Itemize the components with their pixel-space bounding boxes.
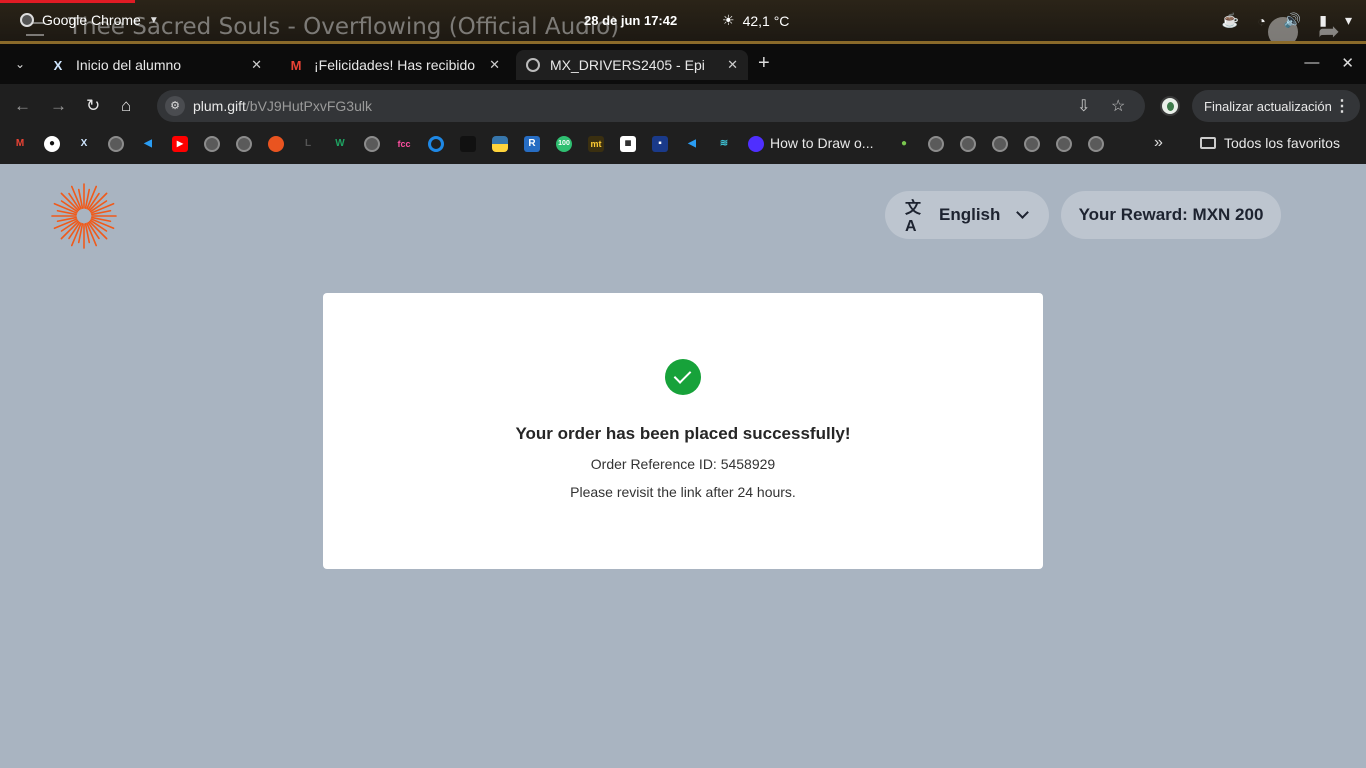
progress-line: [0, 0, 135, 3]
site-info-icon[interactable]: ⚙: [165, 96, 185, 116]
reward-badge[interactable]: Your Reward: MXN 200: [1061, 191, 1281, 239]
globe-bookmark-icon[interactable]: [1088, 136, 1104, 152]
coffee-icon[interactable]: ☕: [1222, 12, 1239, 29]
ubuntu-bookmark-icon[interactable]: [268, 136, 284, 152]
app-name: Google Chrome: [42, 12, 141, 28]
profile-avatar[interactable]: [1160, 96, 1180, 116]
id-bookmark-icon[interactable]: ▪: [652, 136, 668, 152]
tab-strip: ⌄ X Inicio del alumno ✕ M ¡Felicidades! …: [0, 44, 1366, 84]
close-icon[interactable]: ✕: [727, 57, 738, 73]
dark-bookmark-icon[interactable]: [460, 136, 476, 152]
w-bookmark-icon[interactable]: W: [332, 136, 348, 152]
order-reference: Order Reference ID: 5458929: [590, 456, 776, 472]
globe-bookmark-icon[interactable]: [960, 136, 976, 152]
minimize-icon[interactable]: —: [1304, 54, 1319, 72]
globe-icon: [526, 58, 540, 72]
install-app-icon[interactable]: ⇩: [1077, 96, 1090, 116]
success-title: Your order has been placed successfully!: [515, 424, 851, 443]
url-text[interactable]: plum.gift/bVJ9HutPxvFG3ulk: [193, 98, 372, 114]
globe-bookmark-icon[interactable]: [992, 136, 1008, 152]
window-controls: — ✕: [1304, 54, 1354, 72]
100-bookmark-icon[interactable]: 100: [556, 136, 572, 152]
chevron-down-icon: [1016, 206, 1030, 219]
language-label: English: [939, 205, 1001, 224]
bookmarks-bar: M ● X ◀ ▶ L W fcc R 100 mt ▦ ▪ ◀ ≋ How t…: [0, 128, 1366, 164]
close-window-icon[interactable]: ✕: [1341, 54, 1354, 72]
temperature: 42,1 °C: [742, 12, 790, 29]
wifi-icon[interactable]: ◔: [1257, 13, 1265, 29]
sun-icon: ☀: [722, 12, 735, 28]
globe-bookmark-icon[interactable]: [204, 136, 220, 152]
x-icon: X: [53, 57, 63, 73]
reload-button[interactable]: ↻: [86, 96, 100, 116]
home-button[interactable]: ⌂: [121, 96, 131, 116]
android-bookmark-icon[interactable]: ●: [896, 136, 912, 152]
r-bookmark-icon[interactable]: R: [524, 136, 540, 152]
url-path: /bVJ9HutPxvFG3ulk: [245, 98, 372, 114]
wave-bookmark-icon[interactable]: ≋: [716, 136, 732, 152]
github-bookmark-icon[interactable]: ●: [44, 136, 60, 152]
page-content: 文A English Your Reward: MXN 200 Your ord…: [0, 164, 1366, 768]
tab-felicidades[interactable]: M ¡Felicidades! Has recibido ✕: [278, 50, 510, 80]
update-label: Finalizar actualización: [1204, 98, 1332, 114]
close-icon[interactable]: ✕: [489, 57, 500, 73]
globe-bookmark-icon[interactable]: [364, 136, 380, 152]
youtube-bookmark-icon[interactable]: ▶: [172, 136, 188, 152]
new-tab-button[interactable]: +: [758, 53, 770, 73]
tab-label: Inicio del alumno: [76, 57, 182, 73]
app-menu[interactable]: Google Chrome ▼: [20, 12, 159, 28]
globe-bookmark-icon[interactable]: [236, 136, 252, 152]
bookmark-how-to-draw[interactable]: How to Draw o...: [770, 135, 873, 151]
folder-icon: [1200, 137, 1216, 149]
all-bookmarks-folder[interactable]: Todos los favoritos: [1200, 135, 1340, 151]
mt-bookmark-icon[interactable]: mt: [588, 136, 604, 152]
tab-label: MX_DRIVERS2405 - Epi: [550, 57, 705, 73]
digitalocean-bookmark-icon[interactable]: [428, 136, 444, 152]
plum-logo-icon: [51, 183, 117, 249]
tab-inicio-alumno[interactable]: X Inicio del alumno ✕: [40, 50, 272, 80]
clock[interactable]: 28 de jun 17:42: [584, 13, 677, 28]
tab-search-icon[interactable]: ⌄: [10, 54, 30, 74]
fcc-bookmark-icon[interactable]: fcc: [396, 136, 412, 152]
globe-bookmark-icon[interactable]: [1024, 136, 1040, 152]
globe-bookmark-icon[interactable]: [1056, 136, 1072, 152]
gmail-icon: M: [290, 57, 302, 73]
folder-label: Todos los favoritos: [1224, 135, 1340, 151]
menu-dots-icon[interactable]: ⋮: [1334, 96, 1350, 116]
purple-circle-bookmark-icon[interactable]: [748, 136, 764, 152]
python-bookmark-icon[interactable]: [492, 136, 508, 152]
forward-button[interactable]: →: [50, 96, 67, 116]
finish-update-button[interactable]: Finalizar actualización ⋮: [1192, 90, 1360, 122]
volume-icon[interactable]: 🔊: [1284, 12, 1301, 29]
vscode-bookmark-icon[interactable]: ◀: [140, 136, 156, 152]
globe-bookmark-icon[interactable]: [108, 136, 124, 152]
url-host: plum.gift: [193, 98, 246, 114]
success-check-icon: [665, 359, 701, 395]
system-tray[interactable]: ☕ ◔ 🔊 ▮ ▾: [1222, 12, 1352, 29]
address-bar[interactable]: ⚙ plum.gift/bVJ9HutPxvFG3ulk ⇩ ☆: [157, 90, 1145, 122]
battery-icon[interactable]: ▮: [1319, 12, 1327, 29]
more-bookmarks-icon[interactable]: »: [1154, 134, 1163, 152]
language-selector[interactable]: 文A English: [885, 191, 1049, 239]
gmail-bookmark-icon[interactable]: M: [12, 136, 28, 152]
l-bookmark-icon[interactable]: L: [300, 136, 316, 152]
weather-indicator[interactable]: ☀ 42,1 °C: [722, 12, 789, 29]
vscode-bookmark-icon[interactable]: ◀: [684, 136, 700, 152]
back-button[interactable]: ←: [14, 96, 31, 116]
revisit-note: Please revisit the link after 24 hours.: [570, 484, 796, 500]
close-icon[interactable]: ✕: [251, 57, 262, 73]
caret-down-icon: ▼: [148, 14, 159, 26]
tab-mx-drivers[interactable]: MX_DRIVERS2405 - Epi ✕: [516, 50, 748, 80]
x-bookmark-icon[interactable]: X: [76, 136, 92, 152]
tray-caret-icon[interactable]: ▾: [1345, 12, 1352, 29]
tab-label: ¡Felicidades! Has recibido: [314, 57, 476, 73]
chrome-icon: [20, 13, 34, 27]
globe-bookmark-icon[interactable]: [928, 136, 944, 152]
translate-icon: 文A: [905, 200, 922, 235]
browser-toolbar: ← → ↻ ⌂ ⚙ plum.gift/bVJ9HutPxvFG3ulk ⇩ ☆…: [0, 84, 1366, 128]
grid-bookmark-icon[interactable]: ▦: [620, 136, 636, 152]
system-top-bar: Thee Sacred Souls - Overflowing (Officia…: [0, 0, 1366, 44]
bookmark-star-icon[interactable]: ☆: [1111, 96, 1125, 116]
order-confirmation-card: Your order has been placed successfully!…: [323, 293, 1043, 569]
